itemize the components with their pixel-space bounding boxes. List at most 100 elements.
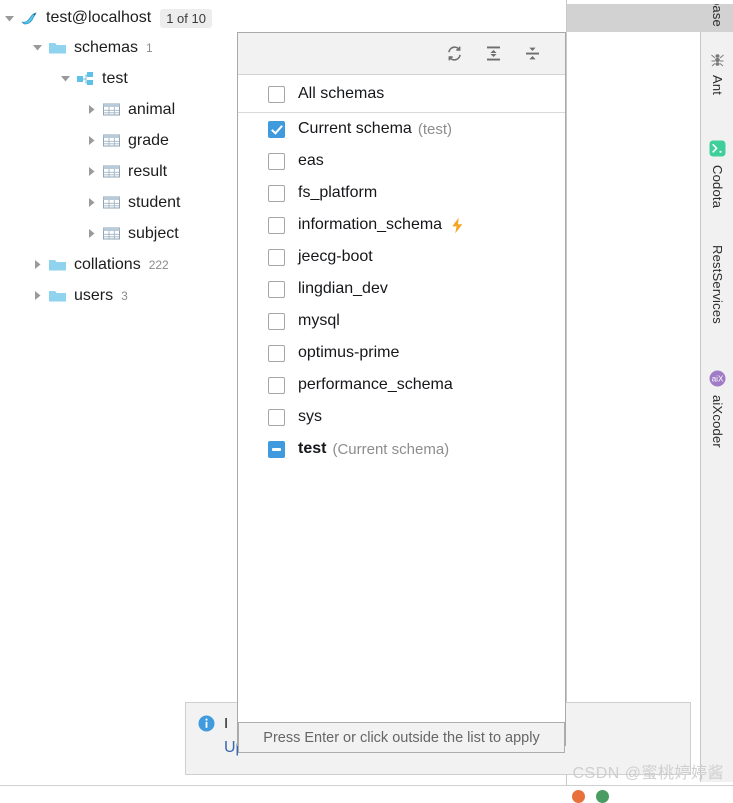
checkbox[interactable] (268, 184, 285, 202)
tool-tab-label: Ant (710, 75, 725, 96)
option-current-schema[interactable]: Current schema (test) (238, 112, 565, 145)
tool-tab-label: base (710, 4, 725, 27)
refresh-icon[interactable] (443, 43, 465, 65)
chevron-right-icon[interactable] (82, 218, 100, 249)
option-fs-platform[interactable]: fs_platform (238, 177, 565, 209)
option-note: (Current schema) (332, 440, 450, 458)
tree-label: grade (128, 131, 169, 149)
option-label: Current schema (298, 120, 412, 137)
status-dot-green-icon (596, 790, 609, 803)
schema-chooser-popup: All schemas Current schema (test) eas fs… (237, 32, 566, 746)
option-performance-schema[interactable]: performance_schema (238, 369, 565, 401)
tree-label: subject (128, 224, 179, 242)
tool-tab-restservices[interactable]: RestServices (701, 245, 733, 324)
checkbox-checked[interactable] (268, 120, 285, 138)
tree-label: result (128, 162, 168, 180)
table-icon (100, 218, 122, 249)
ide-database-panel: test@localhost 1 of 10 schemas 1 test an… (0, 0, 733, 803)
table-icon (100, 187, 122, 218)
option-all-schemas[interactable]: All schemas (238, 78, 565, 110)
right-tool-sidebar: Ant Codota RestServices aiX aiXcoder (700, 32, 733, 782)
tool-tab-label: Codota (710, 165, 725, 209)
tree-label: student (128, 193, 181, 211)
chevron-right-icon[interactable] (82, 125, 100, 156)
watermark: CSDN @蜜桃婷婷酱 (572, 765, 724, 782)
tool-tab-aixcoder[interactable]: aiX aiXcoder (701, 370, 733, 448)
tree-label: test (102, 69, 128, 87)
checkbox[interactable] (268, 85, 285, 103)
option-mysql[interactable]: mysql (238, 305, 565, 337)
bottom-status-strip (0, 785, 733, 803)
option-sys[interactable]: sys (238, 401, 565, 433)
option-information-schema[interactable]: information_schema (238, 209, 565, 241)
checkbox[interactable] (268, 280, 285, 298)
option-label: eas (298, 152, 324, 169)
tree-label: schemas (74, 38, 139, 56)
collapse-all-icon[interactable] (521, 43, 543, 65)
status-dot-orange-icon (572, 790, 585, 803)
aixcoder-icon: aiX (709, 370, 726, 391)
option-label: All schemas (298, 85, 385, 102)
tool-tab-label: RestServices (710, 245, 725, 324)
popup-toolbar (238, 33, 565, 75)
checkbox[interactable] (268, 216, 285, 234)
table-icon (100, 156, 122, 187)
ant-icon (710, 52, 725, 71)
schema-option-list: All schemas Current schema (test) eas fs… (238, 75, 565, 465)
connection-badge: 1 of 10 (160, 8, 212, 28)
folder-icon (46, 249, 68, 280)
connection-header-row[interactable]: test@localhost 1 of 10 (0, 4, 566, 32)
folder-icon (46, 280, 68, 311)
checkbox[interactable] (268, 408, 285, 426)
chevron-right-icon[interactable] (82, 94, 100, 125)
apply-hint-tooltip: Press Enter or click outside the list to… (238, 722, 565, 753)
tool-tab-database[interactable]: base (700, 4, 733, 32)
folder-icon (46, 32, 68, 63)
info-icon (198, 715, 215, 732)
tree-count: 3 (121, 288, 128, 303)
chevron-down-icon[interactable] (0, 3, 18, 34)
option-label: information_schema (298, 216, 443, 233)
mysql-dolphin-icon (18, 3, 40, 34)
option-label: lingdian_dev (298, 280, 388, 297)
option-label: jeecg-boot (298, 248, 373, 265)
checkbox[interactable] (268, 248, 285, 266)
chevron-right-icon[interactable] (82, 156, 100, 187)
chevron-down-icon[interactable] (28, 32, 46, 63)
option-eas[interactable]: eas (238, 145, 565, 177)
schema-icon (74, 63, 96, 94)
chevron-right-icon[interactable] (82, 187, 100, 218)
option-optimus-prime[interactable]: optimus-prime (238, 337, 565, 369)
table-icon (100, 125, 122, 156)
tree-label: collations (74, 255, 141, 273)
option-label: performance_schema (298, 376, 453, 393)
option-lingdian-dev[interactable]: lingdian_dev (238, 273, 565, 305)
expand-all-icon[interactable] (482, 43, 504, 65)
tree-count: 1 (146, 40, 153, 55)
checkbox[interactable] (268, 152, 285, 170)
tool-tab-label: aiXcoder (710, 395, 725, 448)
chevron-right-icon[interactable] (28, 280, 46, 311)
option-label: mysql (298, 312, 340, 329)
option-test[interactable]: test (Current schema) (238, 433, 565, 465)
chevron-right-icon[interactable] (28, 249, 46, 280)
tool-tab-ant[interactable]: Ant (701, 52, 733, 95)
tree-count: 222 (148, 257, 169, 272)
option-label: optimus-prime (298, 344, 400, 361)
tree-label: users (74, 286, 114, 304)
checkbox[interactable] (268, 344, 285, 362)
checkbox[interactable] (268, 312, 285, 330)
chevron-down-icon[interactable] (56, 63, 74, 94)
checkbox[interactable] (268, 376, 285, 394)
checkbox-indeterminate[interactable] (268, 440, 285, 458)
tree-label: animal (128, 100, 176, 118)
tool-tab-codota[interactable]: Codota (701, 140, 733, 208)
option-note: (test) (417, 120, 452, 138)
option-label: fs_platform (298, 184, 378, 201)
codota-icon (709, 140, 726, 161)
option-jeecg-boot[interactable]: jeecg-boot (238, 241, 565, 273)
option-label: sys (298, 408, 322, 425)
table-icon (100, 94, 122, 125)
svg-text:aiX: aiX (712, 375, 724, 384)
connection-title: test@localhost (46, 9, 152, 26)
